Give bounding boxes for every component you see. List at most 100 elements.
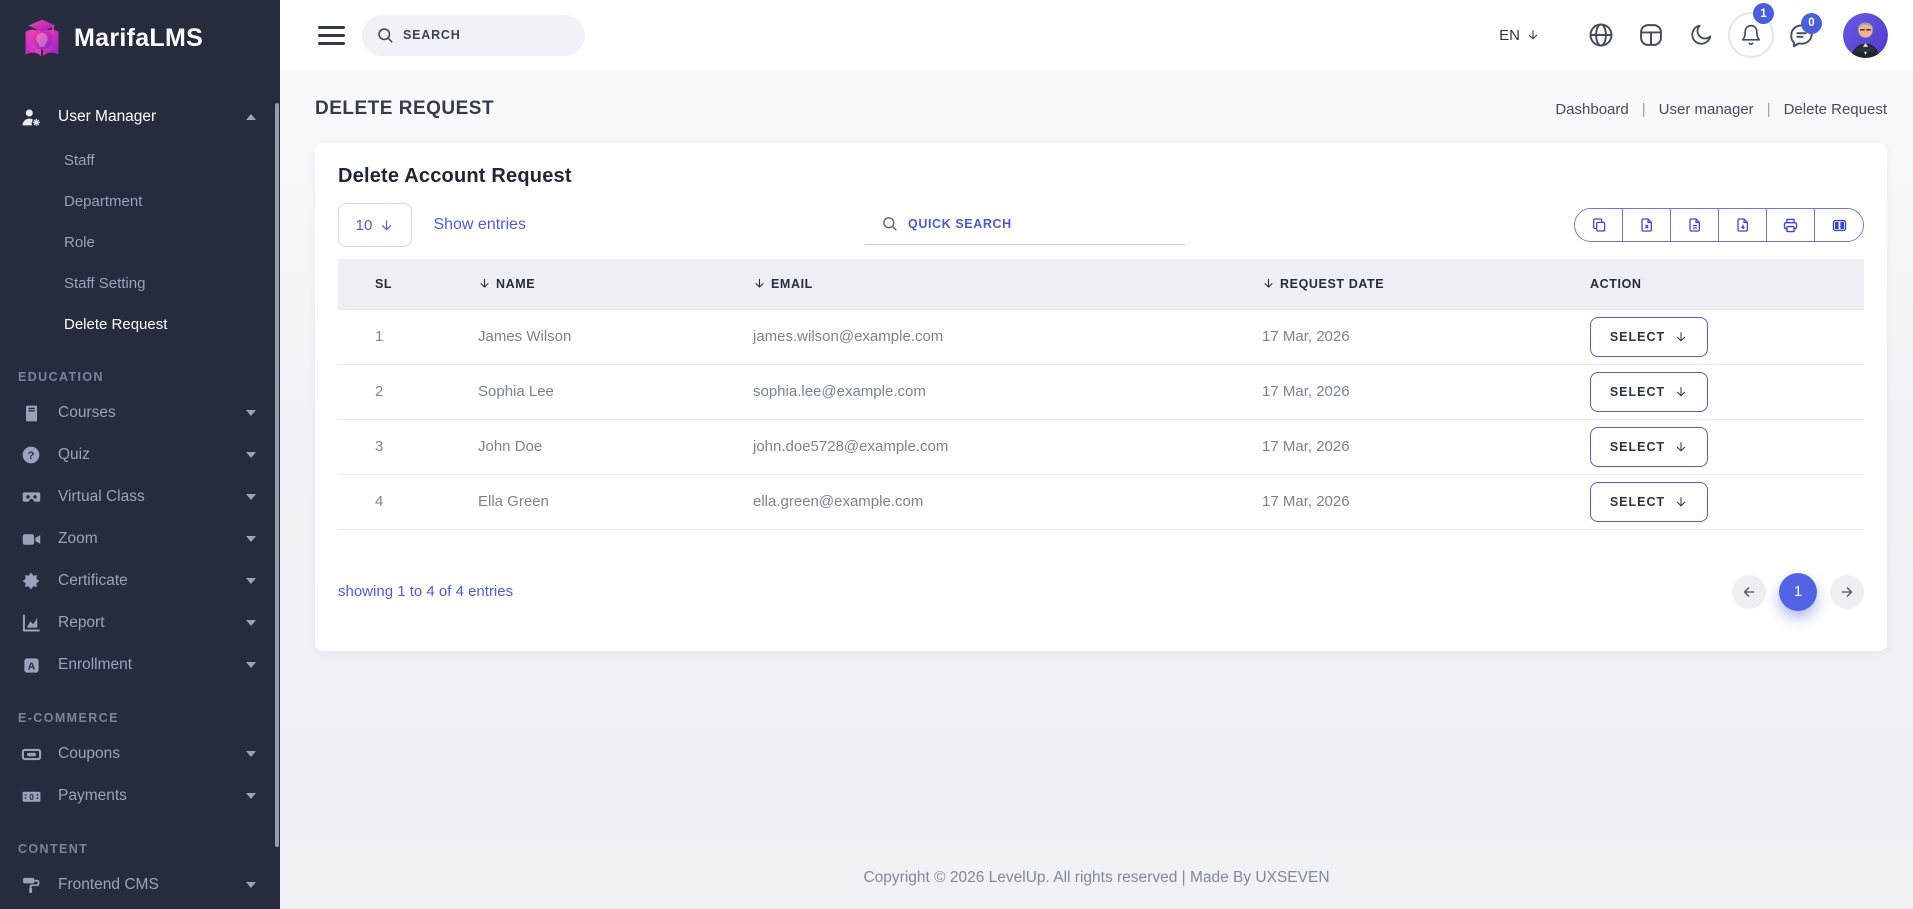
cell-request-date: 17 Mar, 2026 bbox=[1262, 419, 1590, 474]
breadcrumb-delete-request[interactable]: Delete Request bbox=[1784, 101, 1887, 118]
export-pdf-button[interactable] bbox=[1719, 209, 1767, 241]
breadcrumb-separator: | bbox=[1642, 101, 1646, 118]
cell-email: james.wilson@example.com bbox=[753, 309, 1262, 364]
language-selector[interactable]: EN bbox=[1499, 27, 1540, 44]
sidebar-item-certificate[interactable]: Certificate bbox=[0, 560, 280, 602]
sidebar-item-quiz[interactable]: ? Quiz bbox=[0, 434, 280, 476]
caret-down-icon bbox=[246, 536, 256, 542]
money-bill-icon: 0 bbox=[20, 785, 42, 807]
row-action-select-button[interactable]: SELECT bbox=[1590, 372, 1708, 412]
previous-page-button[interactable] bbox=[1732, 575, 1766, 609]
entries-per-page-select[interactable]: 10 bbox=[338, 203, 412, 247]
quick-search-input[interactable] bbox=[908, 217, 1181, 231]
language-label: EN bbox=[1499, 27, 1520, 44]
row-action-select-button[interactable]: SELECT bbox=[1590, 317, 1708, 357]
dark-mode-button[interactable] bbox=[1676, 22, 1726, 48]
sidebar-subitem-staff[interactable]: Staff bbox=[0, 140, 280, 181]
sidebar-scrollbar[interactable] bbox=[275, 103, 279, 847]
global-search[interactable] bbox=[362, 15, 585, 56]
column-header-action: ACTION bbox=[1590, 259, 1864, 309]
export-csv-button[interactable] bbox=[1671, 209, 1719, 241]
breadcrumb-separator: | bbox=[1767, 101, 1771, 118]
moon-icon bbox=[1688, 22, 1714, 48]
sidebar: MarifaLMS User Manager Staff Department … bbox=[0, 0, 280, 909]
sidebar-subitem-role[interactable]: Role bbox=[0, 222, 280, 263]
section-label-ecommerce: E-COMMERCE bbox=[0, 686, 280, 733]
file-lines-icon bbox=[1687, 217, 1703, 233]
column-header-request-date[interactable]: REQUEST DATE bbox=[1262, 259, 1590, 309]
brand-name: MarifaLMS bbox=[74, 24, 203, 53]
search-input[interactable] bbox=[403, 28, 553, 42]
column-header-sl: SL bbox=[338, 259, 478, 309]
sidebar-subitem-staff-setting[interactable]: Staff Setting bbox=[0, 263, 280, 304]
cell-request-date: 17 Mar, 2026 bbox=[1262, 474, 1590, 529]
cell-request-date: 17 Mar, 2026 bbox=[1262, 364, 1590, 419]
table-row: 2 Sophia Lee sophia.lee@example.com 17 M… bbox=[338, 364, 1864, 419]
export-columns-button[interactable] bbox=[1815, 209, 1863, 241]
breadcrumb-dashboard[interactable]: Dashboard bbox=[1555, 101, 1628, 118]
row-action-select-button[interactable]: SELECT bbox=[1590, 482, 1708, 522]
arrow-down-icon bbox=[1674, 385, 1688, 399]
table-controls: 10 Show entries bbox=[338, 203, 1864, 247]
sidebar-item-zoom[interactable]: Zoom bbox=[0, 518, 280, 560]
caret-up-icon bbox=[246, 114, 256, 120]
next-page-button[interactable] bbox=[1830, 575, 1864, 609]
user-gear-icon bbox=[20, 106, 42, 128]
caret-down-icon bbox=[246, 793, 256, 799]
arrow-right-icon bbox=[1839, 584, 1855, 600]
sidebar-item-label: Quiz bbox=[58, 446, 90, 464]
user-avatar[interactable] bbox=[1843, 13, 1888, 58]
sidebar-subitem-department[interactable]: Department bbox=[0, 181, 280, 222]
column-header-email[interactable]: EMAIL bbox=[753, 259, 1262, 309]
svg-text:A: A bbox=[27, 661, 35, 672]
rosette-icon bbox=[20, 570, 42, 592]
sidebar-item-label: Payments bbox=[58, 787, 127, 805]
sidebar-item-user-manager[interactable]: User Manager bbox=[0, 94, 280, 140]
a-square-icon: A bbox=[20, 654, 42, 676]
quick-search[interactable] bbox=[865, 205, 1185, 245]
brand[interactable]: MarifaLMS bbox=[0, 0, 280, 72]
arrow-down-icon bbox=[1526, 28, 1540, 42]
cell-sl: 2 bbox=[338, 364, 478, 419]
export-print-button[interactable] bbox=[1767, 209, 1815, 241]
search-icon bbox=[881, 215, 898, 232]
sidebar-subitem-delete-request[interactable]: Delete Request bbox=[0, 304, 280, 345]
page-number-button[interactable]: 1 bbox=[1779, 573, 1817, 611]
sidebar-item-coupons[interactable]: Coupons bbox=[0, 733, 280, 775]
messages-button[interactable]: 0 bbox=[1776, 22, 1826, 49]
footer: Copyright © 2026 LevelUp. All rights res… bbox=[280, 847, 1913, 909]
sidebar-item-payments[interactable]: 0 Payments bbox=[0, 775, 280, 817]
row-action-select-button[interactable]: SELECT bbox=[1590, 427, 1708, 467]
breadcrumb-user-manager[interactable]: User manager bbox=[1659, 101, 1754, 118]
delete-request-table: SL NAME EMAIL REQUEST DATE ACTION 1 bbox=[338, 259, 1864, 530]
language-globe-button[interactable] bbox=[1576, 21, 1626, 49]
cell-email: ella.green@example.com bbox=[753, 474, 1262, 529]
sidebar-item-report[interactable]: Report bbox=[0, 602, 280, 644]
search-icon bbox=[376, 26, 394, 44]
notifications-button[interactable]: 1 bbox=[1726, 12, 1776, 58]
sidebar-item-label: Certificate bbox=[58, 572, 128, 590]
cell-name: John Doe bbox=[478, 419, 753, 474]
svg-text:0: 0 bbox=[29, 791, 34, 801]
sidebar-item-enrollment[interactable]: A Enrollment bbox=[0, 644, 280, 686]
export-excel-button[interactable] bbox=[1623, 209, 1671, 241]
sidebar-item-frontend-cms[interactable]: Frontend CMS bbox=[0, 864, 280, 906]
menu-toggle-button[interactable] bbox=[318, 26, 345, 45]
cell-email: john.doe5728@example.com bbox=[753, 419, 1262, 474]
layout-toggle-button[interactable] bbox=[1626, 21, 1676, 49]
export-copy-button[interactable] bbox=[1575, 209, 1623, 241]
breadcrumb: Dashboard | User manager | Delete Reques… bbox=[1555, 101, 1887, 118]
cell-sl: 1 bbox=[338, 309, 478, 364]
bell-icon bbox=[1739, 23, 1763, 47]
cell-sl: 4 bbox=[338, 474, 478, 529]
show-entries-label[interactable]: Show entries bbox=[433, 203, 526, 247]
caret-down-icon bbox=[246, 578, 256, 584]
sidebar-item-virtual-class[interactable]: Virtual Class bbox=[0, 476, 280, 518]
sort-arrow-icon bbox=[478, 277, 491, 290]
question-circle-icon: ? bbox=[20, 444, 42, 466]
table-columns-icon bbox=[1831, 217, 1848, 234]
sidebar-item-courses[interactable]: Courses bbox=[0, 392, 280, 434]
arrow-down-icon bbox=[1674, 495, 1688, 509]
sidebar-item-label: Report bbox=[58, 614, 105, 632]
column-header-name[interactable]: NAME bbox=[478, 259, 753, 309]
